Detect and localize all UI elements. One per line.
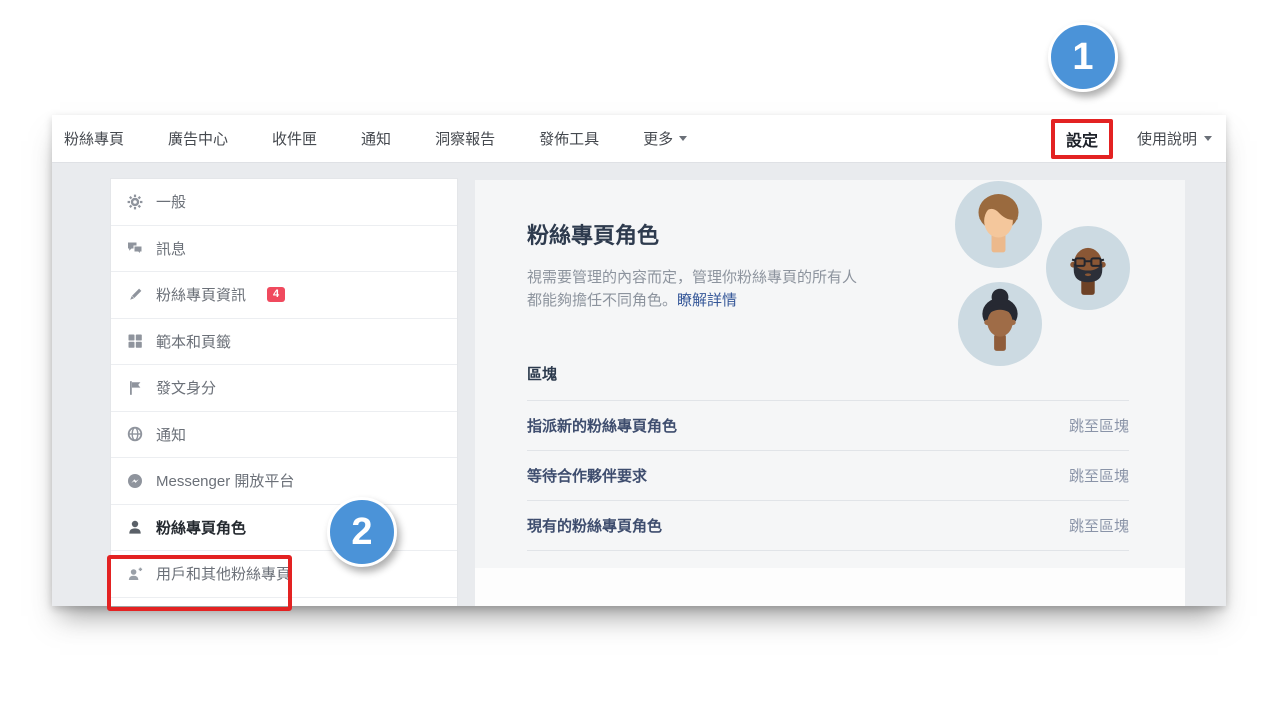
description-line1: 視需要管理的內容而定，管理你粉絲專頁的所有人 (527, 269, 857, 286)
nav-tab-more-label: 更多 (643, 128, 673, 149)
annotation-step-1: 1 (1048, 22, 1118, 92)
section-row-assign-role: 指派新的粉絲專頁角色 跳至區塊 (527, 400, 1129, 450)
jump-to-section-link[interactable]: 跳至區塊 (1069, 465, 1129, 486)
top-nav-right: 設定 使用說明 (1051, 119, 1212, 159)
nav-tab-ad-center[interactable]: 廣告中心 (168, 128, 228, 149)
top-nav-tabs: 粉絲專頁 廣告中心 收件匣 通知 洞察報告 發佈工具 更多 (64, 128, 687, 149)
sidebar-item-label: 粉絲專頁角色 (156, 517, 246, 538)
nav-tab-notifications[interactable]: 通知 (361, 128, 391, 149)
globe-icon (127, 426, 143, 442)
nav-tab-insights[interactable]: 洞察報告 (435, 128, 495, 149)
jump-to-section-link[interactable]: 跳至區塊 (1069, 515, 1129, 536)
section-row-pending-partner: 等待合作夥伴要求 跳至區塊 (527, 450, 1129, 500)
settings-sidebar: 一般 訊息 粉絲專頁資訊 4 (110, 178, 458, 606)
person-icon (127, 519, 143, 535)
sidebar-item-general[interactable]: 一般 (111, 179, 457, 226)
person-add-icon (127, 566, 143, 582)
section-list: 指派新的粉絲專頁角色 跳至區塊 等待合作夥伴要求 跳至區塊 現有的粉絲專頁角色 … (527, 400, 1129, 551)
sidebar-item-label: 訊息 (156, 238, 186, 259)
section-row-existing-roles: 現有的粉絲專頁角色 跳至區塊 (527, 500, 1129, 551)
sidebar-item-post-attribution[interactable]: 發文身分 (111, 365, 457, 412)
sidebar-item-label: 通知 (156, 424, 186, 445)
nav-tab-inbox[interactable]: 收件匣 (272, 128, 317, 149)
flag-icon (127, 380, 143, 396)
sidebar-item-messaging[interactable]: 訊息 (111, 226, 457, 273)
sidebar-item-label: 用戶和其他粉絲專頁 (156, 563, 291, 584)
notification-badge: 4 (267, 287, 285, 302)
settings-tab[interactable]: 設定 (1051, 119, 1113, 159)
settings-body: 一般 訊息 粉絲專頁資訊 4 (52, 163, 1226, 606)
sidebar-item-page-info[interactable]: 粉絲專頁資訊 4 (111, 272, 457, 319)
section-row-label: 等待合作夥伴要求 (527, 465, 647, 486)
avatar-woman-light (955, 181, 1042, 268)
grid-icon (127, 333, 143, 349)
help-menu-label: 使用說明 (1137, 128, 1197, 149)
chevron-down-icon (1204, 136, 1212, 141)
sidebar-item-notifications[interactable]: 通知 (111, 412, 457, 459)
jump-to-section-link[interactable]: 跳至區塊 (1069, 415, 1129, 436)
nav-tab-page[interactable]: 粉絲專頁 (64, 128, 124, 149)
annotation-step-2: 2 (327, 497, 397, 567)
page-description: 視需要管理的內容而定，管理你粉絲專頁的所有人 都能夠擔任不同角色。瞭解詳情 (527, 266, 977, 313)
avatar-man-glasses (1046, 226, 1130, 310)
section-row-label: 現有的粉絲專頁角色 (527, 515, 662, 536)
nav-tab-more[interactable]: 更多 (643, 128, 687, 149)
sidebar-item-page-roles[interactable]: 粉絲專頁角色 (111, 505, 457, 552)
sidebar-item-label: Messenger 開放平台 (156, 470, 294, 491)
chat-icon (127, 240, 143, 256)
sidebar-item-templates-tabs[interactable]: 範本和頁籤 (111, 319, 457, 366)
nav-tab-publishing-tools[interactable]: 發佈工具 (539, 128, 599, 149)
sidebar-item-people-other-pages[interactable]: 用戶和其他粉絲專頁 (111, 551, 457, 598)
description-line2: 都能夠擔任不同角色。 (527, 292, 677, 309)
gear-icon (127, 194, 143, 210)
sidebar-item-label: 粉絲專頁資訊 (156, 284, 246, 305)
sidebar-item-messenger-platform[interactable]: Messenger 開放平台 (111, 458, 457, 505)
help-menu[interactable]: 使用說明 (1137, 128, 1212, 149)
top-nav: 粉絲專頁 廣告中心 收件匣 通知 洞察報告 發佈工具 更多 設定 使用說明 (52, 115, 1226, 163)
sidebar-item-label: 範本和頁籤 (156, 331, 231, 352)
chevron-down-icon (679, 136, 687, 141)
pencil-icon (127, 287, 143, 303)
section-row-label: 指派新的粉絲專頁角色 (527, 415, 677, 436)
messenger-icon (127, 473, 143, 489)
sidebar-item-label: 一般 (156, 191, 186, 212)
avatar-woman-bun (958, 282, 1042, 366)
next-section-block (475, 568, 1185, 606)
page-roles-panel: 粉絲專頁角色 視需要管理的內容而定，管理你粉絲專頁的所有人 都能夠擔任不同角色。… (475, 180, 1185, 568)
learn-more-link[interactable]: 瞭解詳情 (677, 292, 737, 309)
sidebar-item-label: 發文身分 (156, 377, 216, 398)
facebook-page-settings-window: 粉絲專頁 廣告中心 收件匣 通知 洞察報告 發佈工具 更多 設定 使用說明 (52, 115, 1226, 606)
